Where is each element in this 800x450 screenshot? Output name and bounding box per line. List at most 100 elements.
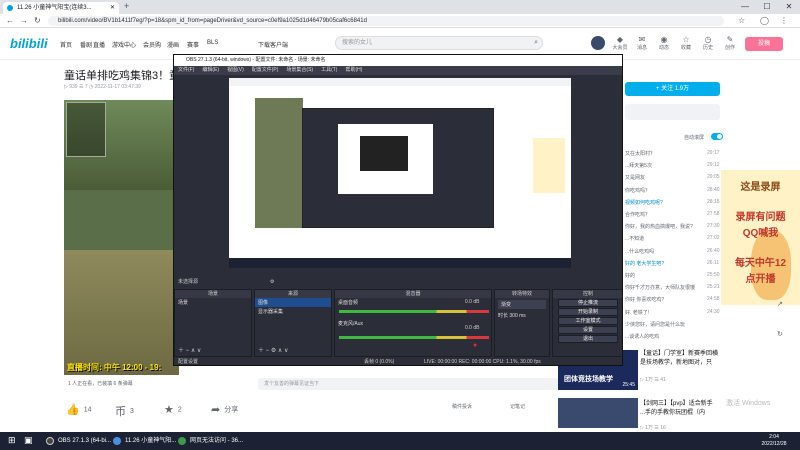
- upload-button[interactable]: 投稿: [745, 37, 783, 51]
- nav-bangumi[interactable]: 番剧: [80, 40, 92, 49]
- note-button[interactable]: 记笔记: [510, 403, 525, 410]
- forward-icon[interactable]: →: [20, 15, 28, 27]
- obs-menu-file[interactable]: 文件(F): [178, 67, 194, 73]
- nav-game[interactable]: 游戏中心: [112, 40, 136, 49]
- reload-icon[interactable]: ↻: [34, 15, 41, 27]
- task-view-icon[interactable]: ▣: [24, 435, 33, 446]
- danmu-list-item[interactable]: 你好，我的热血搞爆吧，我说? 27:30: [625, 223, 725, 230]
- nav-bls[interactable]: BLS: [207, 40, 218, 46]
- scene-add-icon[interactable]: ＋ − ∧ ∨: [178, 345, 201, 354]
- like-button[interactable]: 👍 14: [66, 403, 92, 416]
- nav-esports[interactable]: 赛事: [187, 40, 199, 49]
- danmu-list-item[interactable]: ...不知道 27:02: [625, 235, 725, 242]
- obs-preview[interactable]: [229, 78, 571, 268]
- search-input[interactable]: 搜索的女儿 ⌕: [335, 36, 543, 50]
- back-icon[interactable]: ←: [6, 15, 14, 27]
- system-clock[interactable]: 2:04 2022/12/28: [752, 434, 796, 448]
- danmu-list-item[interactable]: 视频如何吃鸡呢? 28:15: [625, 199, 725, 206]
- scene-item[interactable]: 场景: [175, 298, 251, 307]
- obs-menu-help[interactable]: 帮助(H): [345, 67, 362, 73]
- follow-button[interactable]: + 关注 1.9万: [625, 82, 720, 96]
- source-add-icon[interactable]: ＋ − ⚙ ∧ ∨: [258, 345, 288, 354]
- source-item-display[interactable]: 显示器采集: [255, 307, 331, 316]
- danmu-list-item[interactable]: 你吃鸡吗？ 28:40: [625, 187, 725, 194]
- danmu-input[interactable]: 发个友善的弹幕见证当下: [258, 378, 571, 390]
- danmu-list-item[interactable]: 合作吃鸡？ 27:58: [625, 211, 725, 218]
- favorites-button[interactable]: ☆ 收藏: [676, 35, 696, 51]
- video-player[interactable]: 直播时间: 中午 12:00 - 19:: [64, 100, 179, 375]
- transition-duration[interactable]: 时长 300 ms: [495, 311, 549, 320]
- side-refresh-icon[interactable]: ↻: [777, 330, 783, 338]
- danmu-list-item[interactable]: ...什么吃鸡吗 26:40: [625, 248, 725, 255]
- taskbar-360[interactable]: 网页无法访问 - 36...: [178, 435, 243, 447]
- bilibili-logo[interactable]: bilibili: [10, 36, 48, 51]
- nav-live[interactable]: 直播: [93, 40, 105, 49]
- obs-menu-view[interactable]: 视图(V): [227, 67, 244, 73]
- studio-mode-button[interactable]: 工作室模式: [558, 317, 618, 325]
- danmu-list-item[interactable]: 你好 你喜欢吃鸡? 24:58: [625, 296, 725, 303]
- danmu-list-item[interactable]: 又在太阳村？ 29:17: [625, 150, 725, 157]
- overlay-line-1: 这是录屏: [740, 182, 781, 193]
- danmu-list-item[interactable]: 你好千才万亦意，大师队友很饿 25:21: [625, 284, 725, 291]
- browser-menu-icon[interactable]: ⋮: [780, 15, 788, 27]
- start-recording-button[interactable]: 开始录制: [558, 308, 618, 316]
- exit-button[interactable]: 退出: [558, 335, 618, 343]
- profile-icon[interactable]: ◯: [760, 15, 769, 27]
- maximize-button[interactable]: ☐: [757, 0, 777, 14]
- recommend-title-1[interactable]: 【童话】门学室】新赛季回横: [640, 348, 732, 357]
- obs-menu-scenes[interactable]: 场景集合(S): [286, 67, 313, 73]
- danmu-list-item[interactable]: ...拜天第5次 29:12: [625, 162, 725, 169]
- creator-button[interactable]: ✎ 创作: [720, 35, 740, 51]
- minimize-button[interactable]: —: [735, 0, 755, 14]
- tab-close-icon[interactable]: ✕: [110, 2, 115, 14]
- danmu-list-item[interactable]: 少侠您好，请问您是什么玩: [625, 321, 725, 328]
- nav-home[interactable]: 首页: [60, 40, 72, 49]
- address-bar[interactable]: bilibili.com/video/BV1b1411f7eg/?p=18&sp…: [48, 16, 724, 26]
- danmu-list-item[interactable]: 又是网友 29:05: [625, 174, 725, 181]
- obs-window[interactable]: OBS 27.1.3 (64-bit, windows) - 配置文件: 未命名…: [173, 54, 623, 366]
- search-icon[interactable]: ⌕: [534, 37, 538, 49]
- windows-start-icon[interactable]: ⊞: [8, 435, 16, 446]
- stats-link[interactable]: 配置设置: [178, 359, 198, 365]
- source-properties-icon[interactable]: ⚙: [270, 277, 274, 287]
- dynamics-button[interactable]: ◉ 动态: [654, 35, 674, 51]
- avatar[interactable]: [591, 36, 605, 50]
- browser-tab[interactable]: 11.26 小童神气阳宝(连续3... ✕: [3, 2, 119, 14]
- history-button[interactable]: ◷ 历史: [698, 35, 718, 51]
- auto-scroll-toggle[interactable]: [711, 133, 723, 140]
- danmu-list-item[interactable]: 好的 25:50: [625, 272, 725, 279]
- nav-mall[interactable]: 会员购: [143, 40, 161, 49]
- thumb-up-icon: 👍: [66, 404, 80, 416]
- obs-menu-edit[interactable]: 编辑(E): [202, 67, 219, 73]
- recommend-thumb-2[interactable]: [558, 398, 638, 428]
- taskbar-obs[interactable]: OBS 27.1.3 (64-bi...: [46, 435, 111, 447]
- danmu-list-item[interactable]: 好. 老铁了! 24:30: [625, 309, 725, 316]
- source-item-image[interactable]: 图像: [255, 298, 331, 307]
- close-window-button[interactable]: ✕: [779, 0, 799, 14]
- messages-button[interactable]: ✉ 消息: [632, 35, 652, 51]
- clock-icon: ◷: [704, 35, 712, 44]
- obs-menu-tools[interactable]: 工具(T): [321, 67, 337, 73]
- stop-stream-button[interactable]: 停止推流: [558, 299, 618, 307]
- nav-download[interactable]: 下载客户端: [258, 40, 288, 49]
- report-button[interactable]: 稿件投诉: [452, 403, 472, 410]
- recommend-title-2[interactable]: 【剑网三】【pvp】适合新手: [640, 398, 732, 407]
- side-share-icon[interactable]: ↗: [777, 300, 783, 308]
- obs-titlebar[interactable]: OBS 27.1.3 (64-bit, windows) - 配置文件: 未命名…: [174, 55, 622, 66]
- taskbar-chrome[interactable]: 11.26 小童神气阳...: [113, 435, 176, 447]
- mute-icon[interactable]: ●: [473, 342, 477, 349]
- settings-button[interactable]: 设置: [558, 326, 618, 334]
- transition-select[interactable]: 渐变: [498, 300, 546, 309]
- share-button[interactable]: ➦ 分享: [211, 403, 238, 416]
- new-tab-button[interactable]: +: [124, 1, 129, 11]
- danmu-list-header[interactable]: [625, 104, 720, 120]
- nav-manga[interactable]: 漫画: [167, 40, 179, 49]
- danmu-list-item[interactable]: ...谈诱人的吃鸡: [625, 333, 725, 340]
- favorite-button[interactable]: ★ 2: [164, 403, 182, 416]
- obs-menu-profile[interactable]: 配置文件(P): [252, 67, 279, 73]
- vip-button[interactable]: ◆ 大会员: [610, 35, 630, 51]
- bookmark-star-icon[interactable]: ☆: [738, 15, 745, 27]
- recommend-stats-2: ▷ 1万 ☰ 16: [640, 425, 666, 431]
- danmu-list-item[interactable]: 好的 老大学生吧? 26:11: [625, 260, 725, 267]
- coin-button[interactable]: 币3: [115, 403, 134, 419]
